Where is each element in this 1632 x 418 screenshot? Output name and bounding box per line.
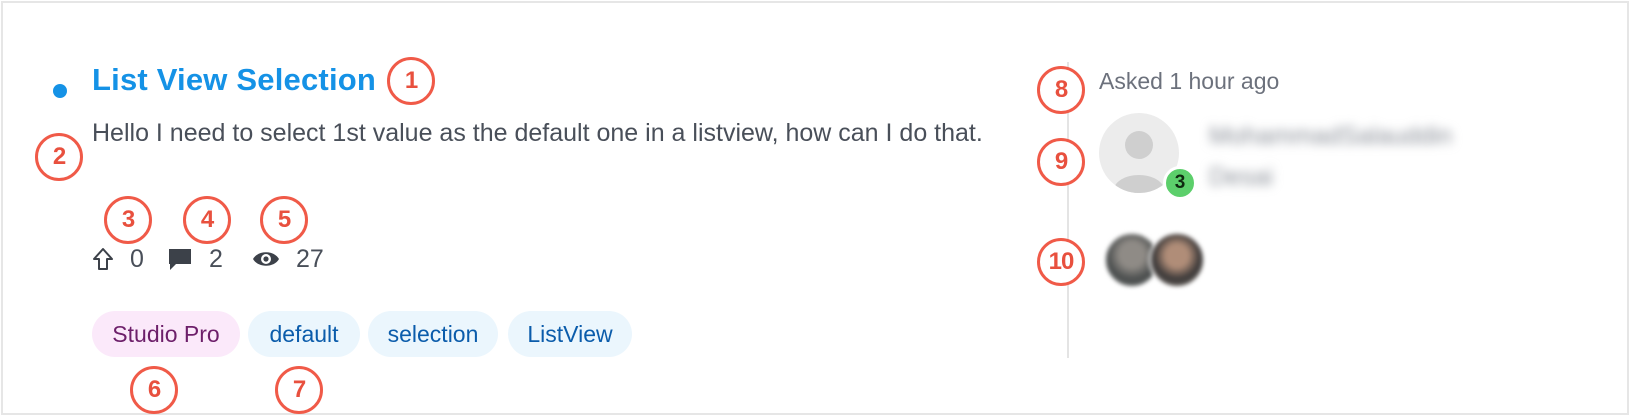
comments-count: 2	[209, 244, 223, 273]
comment-bubble-icon	[169, 249, 191, 270]
unread-dot-icon	[53, 84, 67, 98]
callout-marker: 7	[275, 366, 323, 414]
tag-selection[interactable]: selection	[368, 311, 498, 357]
callout-marker: 6	[130, 366, 178, 414]
callout-marker: 9	[1037, 138, 1085, 186]
tag-studio-pro[interactable]: Studio Pro	[92, 311, 240, 357]
question-body: Hello I need to select 1st value as the …	[92, 119, 983, 147]
upvote-arrow-icon	[93, 248, 113, 270]
callout-marker: 10	[1037, 238, 1085, 286]
author-name-link[interactable]: MohammadSalauddin Desai	[1209, 116, 1509, 198]
votes-stat: 0	[92, 242, 144, 276]
views-stat: 27	[252, 242, 324, 276]
question-title-link[interactable]: List View Selection	[92, 62, 376, 98]
callout-marker: 2	[35, 133, 83, 181]
callout-marker: 3	[104, 196, 152, 244]
callout-marker: 5	[260, 196, 308, 244]
callout-marker: 1	[387, 57, 435, 105]
eye-icon	[253, 252, 279, 266]
tag-listview[interactable]: ListView	[508, 311, 632, 357]
asked-time: Asked 1 hour ago	[1099, 68, 1280, 94]
participant-avatar[interactable]	[1149, 232, 1205, 288]
votes-count: 0	[130, 244, 144, 273]
callout-marker: 8	[1037, 66, 1085, 114]
comments-stat: 2	[167, 242, 223, 276]
views-count: 27	[296, 244, 324, 273]
callout-marker: 4	[183, 196, 231, 244]
reputation-badge: 3	[1163, 166, 1197, 200]
tag-default[interactable]: default	[248, 311, 360, 357]
